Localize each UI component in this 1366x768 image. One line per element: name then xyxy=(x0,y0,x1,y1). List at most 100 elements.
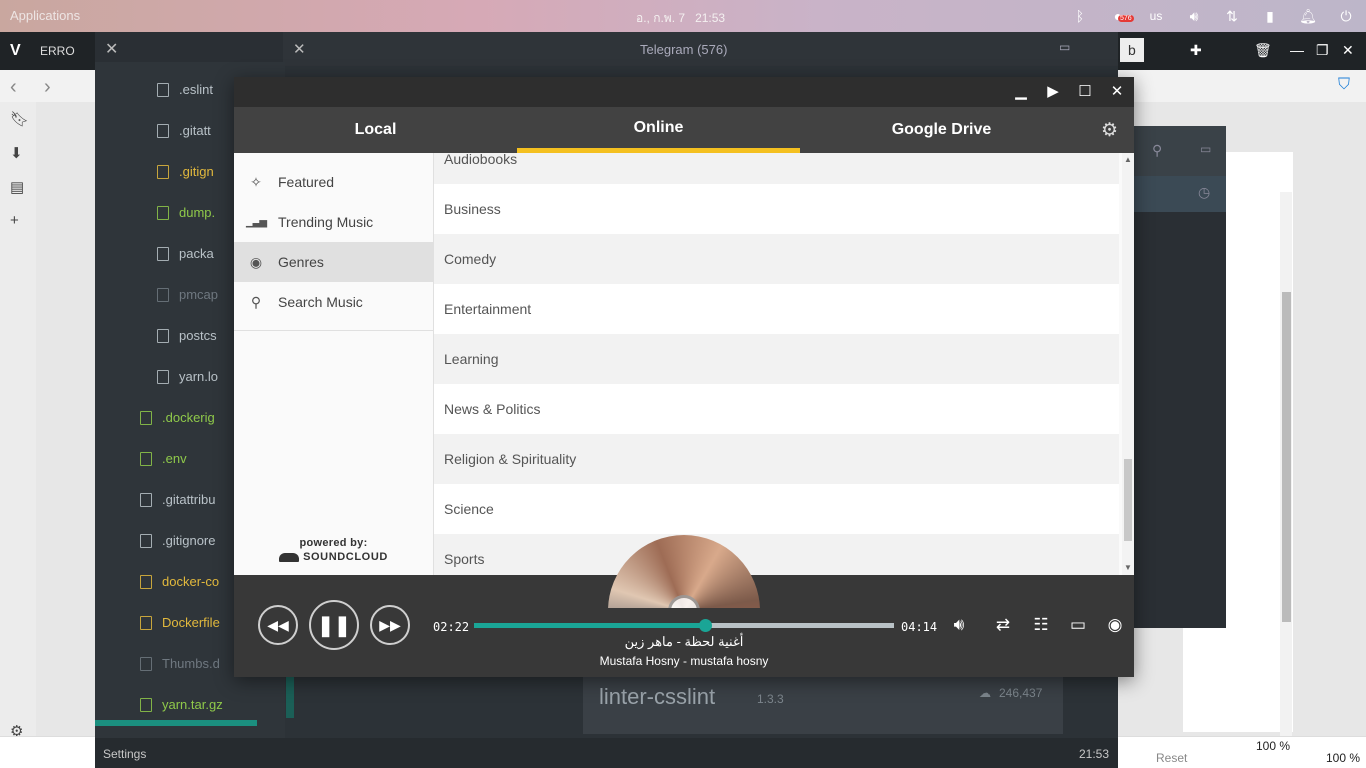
equalizer-icon[interactable]: ☷ xyxy=(1030,615,1052,635)
telegram-close-icon[interactable]: ✕ xyxy=(293,40,306,58)
battery-icon[interactable]: ▮ xyxy=(1258,5,1282,27)
tree-file[interactable]: .eslint xyxy=(157,82,213,97)
vivaldi-logo-icon[interactable]: V xyxy=(10,42,21,60)
genre-row[interactable]: Audiobooks xyxy=(434,153,1119,184)
genre-row[interactable]: Entertainment xyxy=(434,284,1119,334)
search-icon: ⚲ xyxy=(250,293,262,310)
browser-scroll-thumb[interactable] xyxy=(1282,292,1291,622)
genre-row[interactable]: Religion & Spirituality xyxy=(434,434,1119,484)
seek-handle[interactable] xyxy=(699,619,712,632)
tree-file[interactable]: yarn.lo xyxy=(157,369,218,384)
tree-file[interactable]: packa xyxy=(157,246,214,261)
back-arrow-icon[interactable]: ‹ xyxy=(10,76,17,99)
tree-file[interactable]: postcs xyxy=(157,328,217,343)
telegram-maximize-icon[interactable]: ▭ xyxy=(1059,40,1070,54)
minimize-icon[interactable]: — xyxy=(1290,42,1304,58)
telegram-tray-icon[interactable]: ●576 xyxy=(1106,5,1134,27)
bluetooth-icon[interactable]: ᛒ xyxy=(1068,5,1092,27)
tree-file[interactable]: .dockerig xyxy=(140,410,215,425)
tree-view-header: ✕ xyxy=(95,32,285,62)
menu-icon[interactable]: ▭ xyxy=(1200,142,1211,156)
source-tabs: Local Online Google Drive ⚙ xyxy=(234,107,1134,153)
notifications-icon[interactable]: 🔔︎ xyxy=(1296,5,1320,27)
bookmark-icon[interactable]: 🔖︎ xyxy=(10,110,29,128)
tree-file[interactable]: dump. xyxy=(157,205,215,220)
file-icon xyxy=(140,410,152,425)
package-card[interactable]: linter-csslint 1.3.3 ☁ 246,437 xyxy=(583,674,1063,734)
tree-file[interactable]: docker-co xyxy=(140,574,219,589)
browser-tab[interactable]: ERRO xyxy=(40,44,75,58)
genre-scroll-thumb[interactable] xyxy=(1124,459,1132,541)
nav-search-music[interactable]: ⚲ Search Music xyxy=(234,282,433,322)
tree-file[interactable]: Thumbs.d xyxy=(140,656,220,671)
tree-file[interactable]: .gitignore xyxy=(140,533,215,548)
tree-file[interactable]: pmcap xyxy=(157,287,218,302)
music-player-window: ▁ ▶ ☐ ✕ Local Online Google Drive ⚙ ✧ Fe… xyxy=(234,77,1134,677)
notes-icon[interactable]: ▤ xyxy=(10,178,24,196)
repeat-icon[interactable]: ⇄ xyxy=(992,615,1014,635)
tree-file[interactable]: Dockerfile xyxy=(140,615,220,630)
tree-file[interactable]: .gitign xyxy=(157,164,214,179)
seek-bar[interactable] xyxy=(474,619,894,632)
nav-trending-music[interactable]: ▁▃▅ Trending Music xyxy=(234,202,433,242)
forward-arrow-icon[interactable]: › xyxy=(44,76,51,99)
genre-row[interactable]: Science xyxy=(434,484,1119,534)
nav-label: Genres xyxy=(278,254,324,270)
song-title: أغنية لحظة - ماهر زين xyxy=(624,634,744,649)
network-icon[interactable]: ⇅ xyxy=(1220,5,1244,27)
download-icon[interactable]: ⬇ xyxy=(10,144,23,162)
magic-wand-icon: ✧ xyxy=(250,173,262,190)
power-icon[interactable]: ⏻ xyxy=(1334,5,1358,27)
genre-row[interactable]: Business xyxy=(434,184,1119,234)
close-icon[interactable]: ✕ xyxy=(1106,82,1128,102)
trash-icon[interactable]: 🗑︎ xyxy=(1254,42,1272,59)
tree-file[interactable]: .gitatt xyxy=(157,123,211,138)
nav-genres[interactable]: ◉ Genres xyxy=(234,242,433,282)
tab-local[interactable]: Local xyxy=(234,107,517,153)
applications-menu[interactable]: Applications xyxy=(10,8,80,23)
elapsed-time: 02:22 xyxy=(433,620,470,634)
file-name: dump. xyxy=(179,205,216,220)
tab-google-drive[interactable]: Google Drive xyxy=(800,107,1083,153)
file-name: .env xyxy=(162,451,187,466)
volume-icon[interactable]: 🔊︎ xyxy=(1182,5,1206,27)
minimize-icon[interactable]: ▁ xyxy=(1010,82,1032,102)
keyboard-layout[interactable]: us xyxy=(1144,5,1168,27)
nav-featured[interactable]: ✧ Featured xyxy=(234,162,433,202)
genre-list-scrollbar[interactable]: ▲ ▼ xyxy=(1122,153,1134,575)
tab-online[interactable]: Online xyxy=(517,107,800,153)
genre-row[interactable]: Learning xyxy=(434,334,1119,384)
settings-gear-icon[interactable]: ⚙ xyxy=(1101,119,1118,142)
tree-file[interactable]: yarn.tar.gz xyxy=(140,697,223,712)
search-icon[interactable]: ⚲ xyxy=(1152,142,1162,159)
genre-row[interactable]: Comedy xyxy=(434,234,1119,284)
twitter-icon[interactable]: ◉ xyxy=(1104,615,1126,635)
scroll-up-icon[interactable]: ▲ xyxy=(1124,155,1132,164)
close-icon[interactable]: ✕ xyxy=(1342,42,1354,59)
close-panel-icon[interactable]: ✕ xyxy=(105,39,118,59)
tree-file[interactable]: .gitattribu xyxy=(140,492,215,507)
filter-icon[interactable]: ⛉ xyxy=(1338,76,1350,94)
mini-player-icon[interactable]: ▶ xyxy=(1042,82,1064,102)
genre-row[interactable]: News & Politics xyxy=(434,384,1119,434)
maximize-icon[interactable]: ❐ xyxy=(1316,42,1329,59)
new-tab-icon[interactable]: ✚ xyxy=(1190,42,1202,59)
file-name: postcs xyxy=(179,328,217,343)
tree-file[interactable]: .env xyxy=(140,451,187,466)
soundcloud-attribution[interactable]: powered by: SOUNDCLOUD xyxy=(234,537,433,563)
system-clock[interactable]: อ., ก.พ. 7 21:53 xyxy=(636,9,725,28)
genre-list: Audiobooks Business Comedy Entertainment Lea… xyxy=(434,153,1134,575)
package-name[interactable]: linter-csslint xyxy=(599,684,715,710)
volume-icon[interactable]: 🔊︎ xyxy=(948,615,970,635)
tab-suffix[interactable]: b xyxy=(1120,38,1144,62)
maximize-icon[interactable]: ☐ xyxy=(1074,82,1096,102)
status-settings[interactable]: Settings xyxy=(103,747,146,761)
system-top-panel: Applications อ., ก.พ. 7 21:53 ᛒ ●576 us … xyxy=(0,0,1366,32)
add-panel-icon[interactable]: + xyxy=(10,212,19,229)
soundcloud-logo-icon xyxy=(279,552,300,562)
cast-screen-icon[interactable]: ▭ xyxy=(1067,615,1089,635)
file-name: .gitatt xyxy=(179,123,211,138)
reset-zoom-link[interactable]: Reset xyxy=(1156,751,1187,765)
scroll-down-icon[interactable]: ▼ xyxy=(1124,563,1132,572)
genre-row[interactable]: Sports xyxy=(434,534,1119,575)
